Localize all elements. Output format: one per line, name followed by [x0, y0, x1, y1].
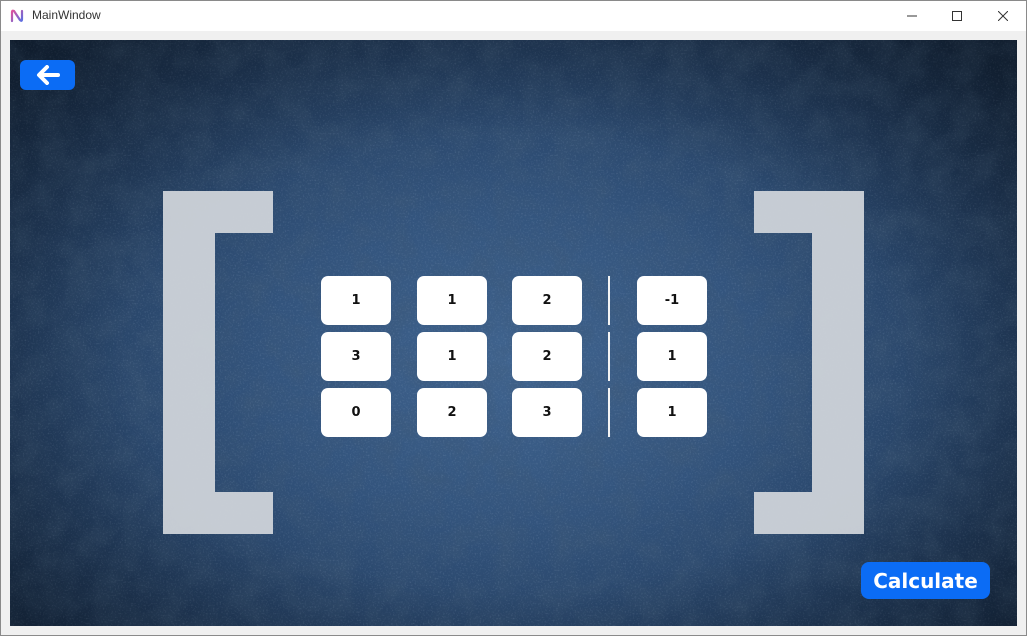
matrix-cell-r3-c3[interactable]: 3	[512, 388, 582, 437]
right-bracket	[754, 191, 864, 534]
augment-divider	[608, 276, 610, 325]
matrix-cell-r3-c2[interactable]: 2	[417, 388, 487, 437]
close-icon	[998, 11, 1008, 21]
matrix-cell-r3-c1[interactable]: 0	[321, 388, 391, 437]
matrix-cell-r1-c1[interactable]: 1	[321, 276, 391, 325]
window-title: MainWindow	[32, 8, 101, 22]
close-button[interactable]	[980, 1, 1026, 31]
title-bar: MainWindow	[1, 1, 1026, 31]
augment-divider	[608, 388, 610, 437]
minimize-button[interactable]	[889, 1, 935, 31]
maximize-button[interactable]	[934, 1, 980, 31]
matrix-cell-r1-c3[interactable]: 2	[512, 276, 582, 325]
matrix-cell-r1-c2[interactable]: 1	[417, 276, 487, 325]
left-bracket	[163, 191, 273, 534]
minimize-icon	[907, 15, 917, 17]
app-logo-icon	[10, 9, 24, 23]
matrix-cell-r2-c3[interactable]: 2	[512, 332, 582, 381]
maximize-icon	[952, 11, 962, 21]
augment-divider	[608, 332, 610, 381]
main-window: MainWindow 1 1 2 -1 3 1 2 1 0 2 3 1 Calc…	[0, 0, 1027, 636]
matrix-cell-r2-c2[interactable]: 1	[417, 332, 487, 381]
constant-cell-r2[interactable]: 1	[637, 332, 707, 381]
matrix-cell-r2-c1[interactable]: 3	[321, 332, 391, 381]
matrix-canvas: 1 1 2 -1 3 1 2 1 0 2 3 1 Calculate	[10, 40, 1017, 626]
constant-cell-r1[interactable]: -1	[637, 276, 707, 325]
back-button[interactable]	[20, 60, 75, 90]
calculate-button[interactable]: Calculate	[861, 562, 990, 599]
arrow-left-icon	[36, 65, 60, 85]
constant-cell-r3[interactable]: 1	[637, 388, 707, 437]
